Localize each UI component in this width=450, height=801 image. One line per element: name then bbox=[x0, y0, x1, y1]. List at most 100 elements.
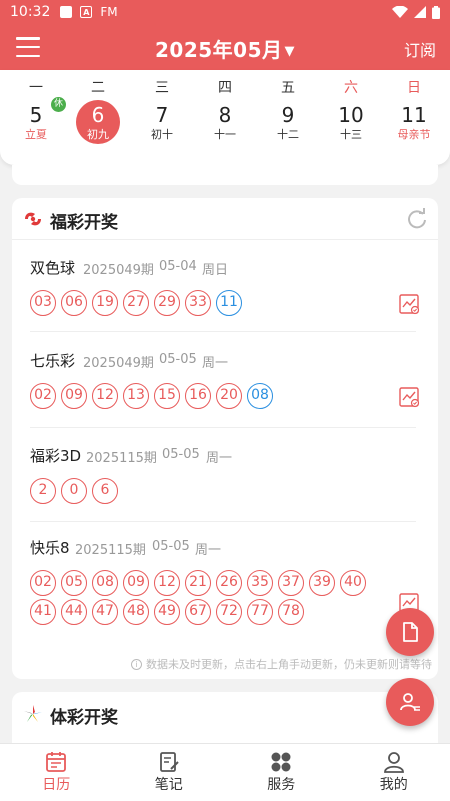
calendar-icon bbox=[46, 752, 67, 772]
trend-chart-icon[interactable] bbox=[398, 293, 420, 315]
lottery-weekday: 周日 bbox=[202, 263, 229, 278]
profile-icon bbox=[383, 752, 404, 773]
red-ball: 33 bbox=[185, 290, 211, 316]
welfare-lottery-card: 福彩开奖 双色球 2025049期 05-04 周日 03 06 19 27 2… bbox=[12, 198, 438, 679]
month-selector[interactable]: 2025年05月 ▼ bbox=[0, 34, 450, 63]
ball-row: 02 09 12 13 15 16 20 08 bbox=[30, 383, 370, 409]
card-title: 体彩开奖 bbox=[50, 708, 118, 728]
red-ball: 19 bbox=[92, 290, 118, 316]
sports-lottery-logo-icon bbox=[24, 705, 42, 722]
red-ball: 48 bbox=[123, 599, 149, 625]
fm-label: FM bbox=[100, 5, 118, 19]
red-ball: 12 bbox=[154, 570, 180, 596]
update-note-text: 数据未及时更新，点击右上角手动更新，仍未更新则请等待 bbox=[146, 658, 432, 671]
lunar-label: 十一 bbox=[214, 128, 236, 141]
lottery-issue: 2025115期 bbox=[86, 451, 157, 466]
red-ball: 40 bbox=[340, 570, 366, 596]
notification-icon bbox=[60, 6, 73, 18]
lunar-label: 母亲节 bbox=[397, 128, 431, 141]
day-cell-9[interactable]: 五 9 十二 bbox=[256, 70, 320, 160]
red-ball: 39 bbox=[309, 570, 335, 596]
weekday-label: 六 bbox=[344, 80, 358, 96]
lunar-label: 初九 bbox=[87, 128, 109, 141]
red-ball: 03 bbox=[30, 290, 56, 316]
red-ball: 35 bbox=[247, 570, 273, 596]
page-title: 2025年05月 bbox=[155, 38, 283, 62]
day-cell-7[interactable]: 三 7 初十 bbox=[130, 70, 194, 160]
lottery-date: 05-05 bbox=[152, 539, 190, 554]
day-cell-6[interactable]: 二 6 初九 bbox=[66, 70, 130, 160]
day-number: 7 bbox=[155, 103, 169, 127]
red-ball: 20 bbox=[216, 383, 242, 409]
services-icon bbox=[271, 752, 291, 772]
day-number: 10 bbox=[338, 103, 364, 127]
lottery-name: 福彩3D bbox=[30, 447, 82, 465]
red-ball: 49 bbox=[154, 599, 180, 625]
red-ball: 72 bbox=[216, 599, 242, 625]
red-ball: 15 bbox=[154, 383, 180, 409]
lunar-label: 立夏 bbox=[25, 128, 47, 141]
app-bar: 2025年05月 ▼ 订阅 bbox=[0, 24, 450, 70]
weekday-label: 四 bbox=[218, 80, 232, 96]
refresh-icon[interactable] bbox=[406, 208, 428, 230]
divider bbox=[30, 331, 416, 332]
notes-fab-button[interactable] bbox=[386, 608, 434, 656]
red-ball: 05 bbox=[61, 570, 87, 596]
red-ball: 6 bbox=[92, 478, 118, 504]
card-title: 福彩开奖 bbox=[50, 213, 118, 233]
weekday-label: 二 bbox=[91, 80, 105, 96]
lottery-issue: 2025049期 bbox=[83, 356, 154, 371]
red-ball: 2 bbox=[30, 478, 56, 504]
weekday-label: 日 bbox=[407, 80, 421, 96]
red-ball: 09 bbox=[123, 570, 149, 596]
red-ball: 21 bbox=[185, 570, 211, 596]
welfare-lottery-logo-icon bbox=[25, 212, 41, 226]
nav-label: 日历 bbox=[42, 777, 71, 793]
lottery-name: 双色球 bbox=[30, 259, 76, 277]
day-number: 6 bbox=[91, 103, 105, 127]
lunar-label: 初十 bbox=[151, 128, 173, 141]
nav-item-profile[interactable]: 我的 bbox=[338, 744, 450, 801]
ball-row: 02 05 08 09 12 21 26 35 37 39 40 41 44 4… bbox=[30, 570, 370, 625]
trend-chart-icon[interactable] bbox=[398, 386, 420, 408]
day-number: 11 bbox=[401, 103, 427, 127]
red-ball: 67 bbox=[185, 599, 211, 625]
red-ball: 16 bbox=[185, 383, 211, 409]
note-icon bbox=[159, 752, 179, 772]
rest-badge: 休 bbox=[51, 97, 66, 112]
week-strip: 一 5 休 立夏 二 6 初九 三 7 初十 四 8 十一 五 9 十二 六 1… bbox=[0, 70, 450, 165]
card-header: 福彩开奖 bbox=[12, 198, 438, 240]
lottery-issue: 2025115期 bbox=[75, 543, 146, 558]
red-ball: 13 bbox=[123, 383, 149, 409]
nav-item-calendar[interactable]: 日历 bbox=[0, 744, 113, 801]
red-ball: 78 bbox=[278, 599, 304, 625]
red-ball: 02 bbox=[30, 570, 56, 596]
weekday-label: 三 bbox=[155, 80, 169, 96]
wifi-icon bbox=[392, 6, 408, 18]
info-icon: i bbox=[131, 658, 142, 670]
day-cell-8[interactable]: 四 8 十一 bbox=[193, 70, 257, 160]
subscribe-button[interactable]: 订阅 bbox=[404, 37, 436, 61]
divider bbox=[30, 521, 416, 522]
update-note: i 数据未及时更新，点击右上角手动更新，仍未更新则请等待 bbox=[131, 656, 432, 672]
red-ball: 02 bbox=[30, 383, 56, 409]
nav-item-services[interactable]: 服务 bbox=[225, 744, 338, 801]
lottery-weekday: 周一 bbox=[206, 451, 233, 466]
lottery-name: 七乐彩 bbox=[30, 352, 76, 370]
lottery-date: 05-05 bbox=[162, 447, 200, 462]
red-ball: 77 bbox=[247, 599, 273, 625]
nav-item-notes[interactable]: 笔记 bbox=[113, 744, 226, 801]
weekday-label: 五 bbox=[281, 80, 295, 96]
battery-icon bbox=[432, 5, 440, 19]
red-ball: 29 bbox=[154, 290, 180, 316]
day-cell-5[interactable]: 一 5 休 立夏 bbox=[4, 70, 68, 160]
document-icon bbox=[403, 622, 418, 642]
day-cell-11[interactable]: 日 11 母亲节 bbox=[382, 70, 446, 160]
blue-ball: 11 bbox=[216, 290, 242, 316]
profile-fab-button[interactable] bbox=[386, 678, 434, 726]
day-number: 9 bbox=[281, 103, 295, 127]
lottery-date: 05-05 bbox=[159, 352, 197, 367]
red-ball: 37 bbox=[278, 570, 304, 596]
ball-row: 03 06 19 27 29 33 11 bbox=[30, 290, 370, 316]
day-cell-10[interactable]: 六 10 十三 bbox=[319, 70, 383, 160]
